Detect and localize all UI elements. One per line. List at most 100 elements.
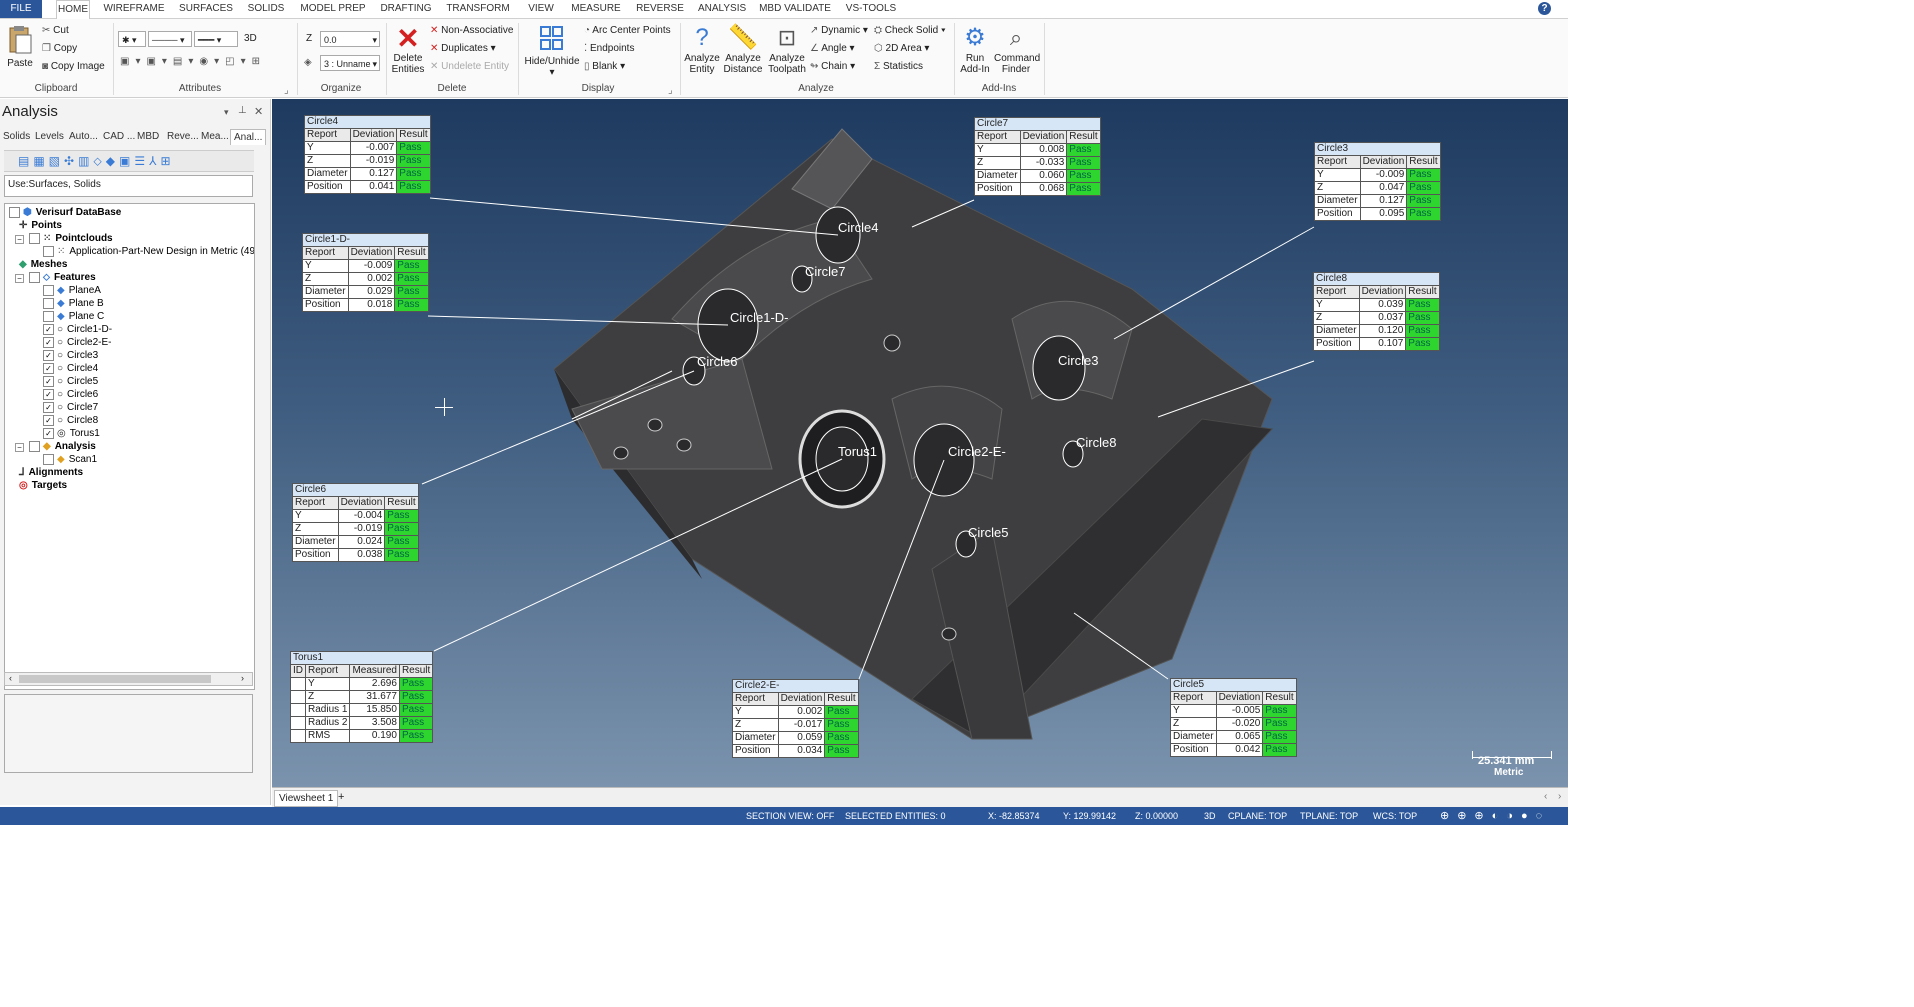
mode-3d-toggle[interactable]: 3D (244, 33, 257, 44)
tree-checkbox[interactable] (29, 441, 40, 452)
panel-tab-reverse[interactable]: Reve... (167, 131, 199, 142)
undelete-entity-button[interactable]: ✕ Undelete Entity (430, 61, 509, 72)
analyze-entity-button[interactable]: ? Analyze Entity (682, 23, 722, 75)
tree-expand-toggle[interactable]: − (15, 235, 24, 244)
tree-item[interactable]: ✓ ○ Circle8 (43, 415, 98, 426)
tree-checkbox[interactable]: ✓ (43, 415, 54, 426)
dialog-launcher-icon[interactable]: ⌟ (284, 85, 289, 96)
panel-menu-chevron-icon[interactable]: ▾ (224, 107, 229, 118)
tab-vs-tools[interactable]: VS-TOOLS (844, 0, 898, 18)
cplane-status[interactable]: CPLANE: TOP (1228, 811, 1287, 821)
tree-checkbox[interactable] (29, 272, 40, 283)
help-icon[interactable]: ? (1538, 2, 1551, 15)
tree-item[interactable]: ✓ ○ Circle3 (43, 350, 98, 361)
arc-center-points-button[interactable]: ◔ Arc Center Points (584, 25, 671, 36)
tree-checkbox[interactable]: ✓ (43, 402, 54, 413)
section-view-status[interactable]: SECTION VIEW: OFF (746, 811, 834, 821)
tree-item[interactable]: ✓ ◎ Torus1 (43, 428, 100, 439)
tab-measure[interactable]: MEASURE (570, 0, 622, 18)
duplicates-button[interactable]: ✕ Duplicates ▾ (430, 43, 496, 54)
copy-image-button[interactable]: ◙ Copy Image (42, 61, 105, 72)
tree-checkbox[interactable]: ✓ (43, 324, 54, 335)
analyze-toolpath-button[interactable]: ⊡ Analyze Toolpath (766, 23, 808, 75)
panel-tab-measure[interactable]: Mea... (201, 131, 229, 142)
tree-item[interactable]: ◆ Scan1 (43, 454, 97, 465)
tab-model-prep[interactable]: MODEL PREP (300, 0, 366, 18)
analyze-distance-button[interactable]: 📏 Analyze Distance (720, 23, 766, 75)
statistics-button[interactable]: Σ Statistics (874, 61, 923, 72)
z-coordinate[interactable]: Z: 0.00000 (1135, 811, 1178, 821)
scroll-thumb[interactable] (19, 675, 211, 683)
tree-horizontal-scrollbar[interactable]: ‹ › (4, 672, 253, 686)
tree-checkbox[interactable] (43, 246, 54, 257)
point-style-combo[interactable]: ✱ ▾ (118, 31, 146, 47)
report-table-circle2-e[interactable]: Circle2-E- Report Deviation Result Y 0.002 Pas… (732, 679, 859, 758)
mode-3d-status[interactable]: 3D (1204, 811, 1216, 821)
panel-tab-levels[interactable]: Levels (35, 131, 64, 142)
tree-item[interactable]: ⁙ Pointclouds (29, 233, 113, 244)
tab-reverse[interactable]: REVERSE (634, 0, 686, 18)
tab-mbd-validate[interactable]: MBD VALIDATE (758, 0, 832, 18)
tree-checkbox[interactable] (43, 311, 54, 322)
endpoints-button[interactable]: ⁚ Endpoints (584, 43, 634, 54)
tab-analysis[interactable]: ANALYSIS (698, 0, 746, 18)
tab-transform[interactable]: TRANSFORM (446, 0, 510, 18)
graphics-viewport[interactable]: Circle4 Circle7 Circle1-D- Circle6 Circl… (272, 99, 1568, 787)
tree-expand-toggle[interactable]: − (15, 274, 24, 283)
tree-expand-toggle[interactable]: − (15, 443, 24, 452)
tree-checkbox[interactable]: ✓ (43, 350, 54, 361)
tplane-status[interactable]: TPLANE: TOP (1300, 811, 1358, 821)
sheet-scroll-right-icon[interactable]: › (1558, 791, 1561, 802)
add-viewsheet-button[interactable]: + (338, 791, 344, 803)
tab-wireframe[interactable]: WIREFRAME (102, 0, 166, 18)
non-associative-button[interactable]: ✕ Non-Associative (430, 25, 513, 36)
area-2d-button[interactable]: ⬡ 2D Area ▾ (874, 43, 929, 54)
copy-button[interactable]: ❐ Copy (42, 43, 77, 54)
tree-item[interactable]: ◆ Meshes (19, 259, 67, 270)
angle-button[interactable]: ∠ Angle ▾ (810, 43, 855, 54)
report-table-torus1[interactable]: Torus1 ID Report Measured Result Y 2.696 Pass Z 3… (289, 651, 434, 743)
tab-solids[interactable]: SOLIDS (246, 0, 286, 18)
run-addin-button[interactable]: ⚙ Run Add-In (956, 23, 994, 75)
tree-item[interactable]: ◆ Plane C (43, 311, 104, 322)
report-table-circle6[interactable]: Circle6 Report Deviation Result Y -0.004 Pass Z… (292, 483, 419, 562)
panel-tab-solids[interactable]: Solids (3, 131, 30, 142)
tree-checkbox[interactable]: ✓ (43, 376, 54, 387)
panel-tab-auto[interactable]: Auto... (69, 131, 98, 142)
pin-icon[interactable]: ⊥ (238, 105, 247, 116)
level-combo[interactable]: 3 : Unname ▾ (320, 55, 380, 71)
sheet-scroll-left-icon[interactable]: ‹ (1544, 791, 1547, 802)
tree-item[interactable]: ◎ Targets (19, 480, 67, 491)
tree-item[interactable]: ✓ ○ Circle6 (43, 389, 98, 400)
tab-drafting[interactable]: DRAFTING (380, 0, 432, 18)
tree-checkbox[interactable]: ✓ (43, 337, 54, 348)
panel-tab-mbd[interactable]: MBD (137, 131, 159, 142)
tree-item[interactable]: ◆ PlaneA (43, 285, 101, 296)
tree-checkbox[interactable] (9, 207, 20, 218)
tree-checkbox[interactable]: ✓ (43, 428, 54, 439)
report-table-circle5[interactable]: Circle5 Report Deviation Result Y -0.005 Pass Z… (1170, 678, 1297, 757)
tree-item[interactable]: ✓ ○ Circle7 (43, 402, 98, 413)
dynamic-button[interactable]: ↗ Dynamic ▾ (810, 25, 868, 36)
view-globe-icons[interactable]: ⊕⊕⊕◐◑●◌ (1440, 809, 1550, 822)
blank-button[interactable]: ▯ Blank ▾ (584, 61, 625, 72)
dialog-launcher-icon[interactable]: ⌟ (668, 85, 673, 96)
check-solid-button[interactable]: ⛭ Check Solid ▾ (874, 25, 946, 36)
tree-item[interactable]: ⁙ Application-Part-New Design in Metric (… (43, 246, 254, 257)
line-style-combo[interactable]: ──── ▾ (148, 31, 192, 47)
tree-item[interactable]: ⅃ Alignments (19, 467, 83, 478)
panel-tab-cad[interactable]: CAD ... (103, 131, 135, 142)
tree-checkbox[interactable] (43, 298, 54, 309)
scroll-left-icon[interactable]: ‹ (9, 673, 12, 683)
panel-tab-analysis[interactable]: Anal... (230, 129, 267, 145)
tab-home[interactable]: HOME (56, 0, 90, 19)
report-table-circle3[interactable]: Circle3 Report Deviation Result Y -0.009 Pass Z… (1314, 142, 1441, 221)
scroll-right-icon[interactable]: › (241, 673, 244, 683)
tree-checkbox[interactable]: ✓ (43, 389, 54, 400)
line-width-combo[interactable]: ━━━ ▾ (194, 31, 238, 47)
report-table-circle7[interactable]: Circle7 Report Deviation Result Y 0.008 Pass Z -… (974, 117, 1101, 196)
tab-surfaces[interactable]: SURFACES (178, 0, 234, 18)
command-finder-button[interactable]: ⌕ Command Finder (994, 23, 1040, 75)
tab-view[interactable]: VIEW (524, 0, 558, 18)
tree-checkbox[interactable] (29, 233, 40, 244)
